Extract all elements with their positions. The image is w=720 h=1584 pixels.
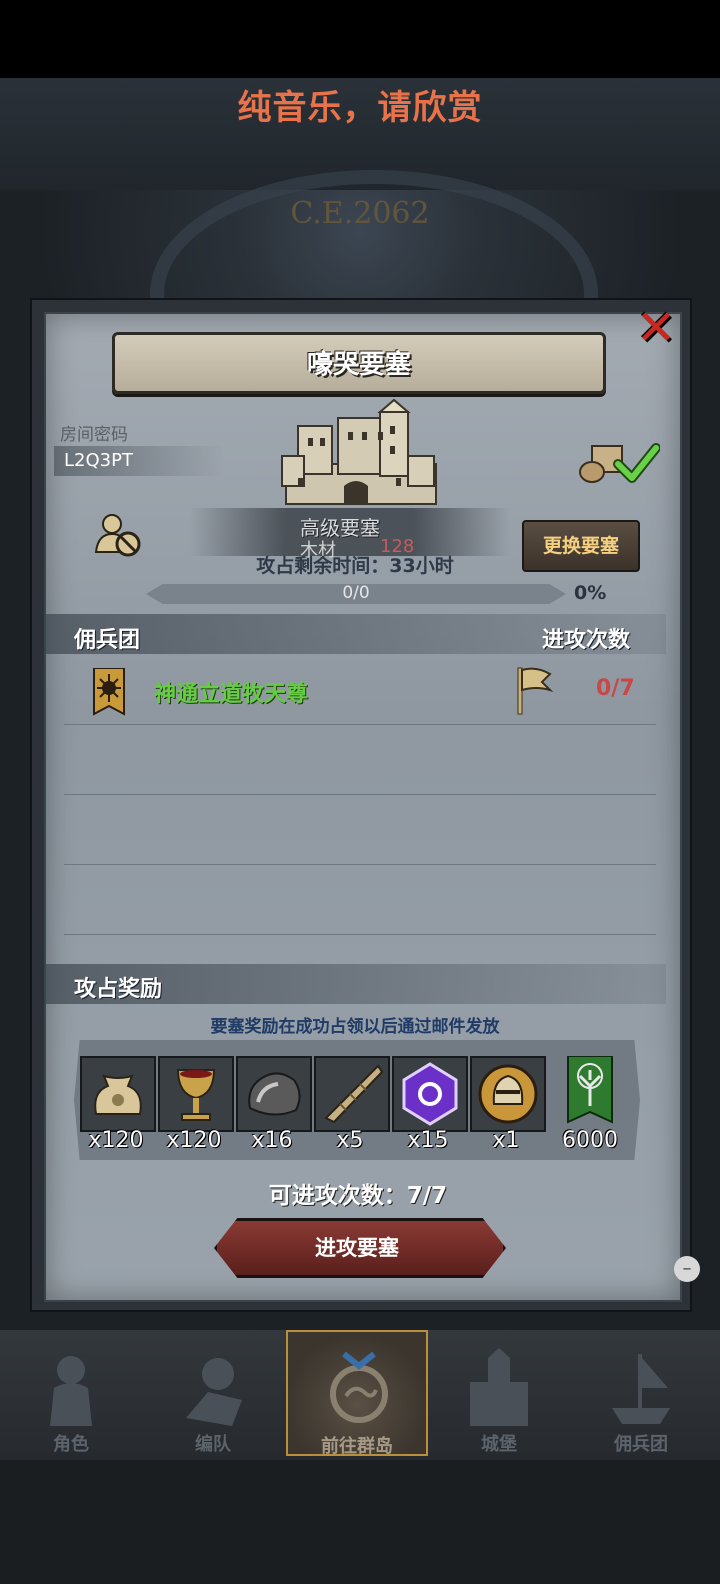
status-bar: [0, 0, 720, 78]
bottom-strip: [0, 1460, 720, 1584]
row-divider: [64, 794, 656, 795]
reward-qty-helmet: x1: [492, 1128, 520, 1153]
purple-crystal-icon: [394, 1058, 466, 1130]
goblet-icon: [160, 1058, 232, 1130]
reward-qty-crystal: x15: [407, 1128, 449, 1153]
attack-fortress-label[interactable]: 进攻要塞: [214, 1232, 500, 1262]
reward-qty-horn: x5: [336, 1128, 364, 1153]
nav-item-castle[interactable]: 城堡: [428, 1330, 570, 1456]
reward-section-title: 攻占奖励: [74, 977, 163, 1002]
row-divider: [64, 934, 656, 935]
guild-name[interactable]: 神通立道牧天尊: [154, 676, 308, 708]
nav-label-character: 角色: [53, 1434, 89, 1455]
reward-item-helmet[interactable]: [470, 1056, 546, 1132]
knight-icon: [50, 1356, 92, 1426]
grain-sack-icon: [82, 1058, 154, 1130]
mercenary-section-title: 佣兵团: [74, 628, 141, 653]
reward-qty-ore: x16: [251, 1128, 293, 1153]
formation-icon: [186, 1358, 242, 1426]
remaining-attacks: 可进攻次数：7/7: [268, 1183, 448, 1209]
close-icon: ✕: [635, 300, 677, 356]
room-password-value[interactable]: L2Q3PT: [54, 446, 224, 476]
attack-count-header: 进攻次数: [542, 628, 631, 653]
background-era-label: C.E.2062: [290, 196, 430, 231]
castle-icon: [470, 1348, 528, 1426]
ore-rock-icon: [238, 1058, 310, 1130]
nav-item-mercenary[interactable]: 佣兵团: [570, 1330, 712, 1456]
row-divider: [64, 724, 656, 725]
horn-icon: [316, 1058, 388, 1130]
reward-item-ore[interactable]: [236, 1056, 312, 1132]
guild-attack-count: 0/7: [596, 676, 635, 701]
crate-check-icon[interactable]: [578, 438, 660, 488]
capture-progress-percent: 0%: [574, 582, 607, 604]
header-title: 纯音乐，请欣赏: [237, 88, 483, 128]
ship-icon: [612, 1354, 670, 1424]
nav-label-islands: 前往群岛: [321, 1436, 393, 1457]
reward-qty-grain: x120: [88, 1128, 144, 1153]
dialog-title: 嚎哭要塞: [306, 350, 411, 380]
reward-note: 要塞奖励在成功占领以后通过邮件发放: [210, 1017, 500, 1037]
nav-label-castle: 城堡: [481, 1434, 517, 1455]
remaining-time: 攻占剩余时间：33小时: [256, 555, 454, 577]
green-tree-banner-icon[interactable]: [566, 1056, 614, 1128]
reward-item-grain[interactable]: [80, 1056, 156, 1132]
nav-label-mercenary: 佣兵团: [614, 1434, 668, 1455]
flag-icon: [517, 667, 554, 715]
fortress-illustration: [281, 398, 437, 505]
guild-sun-banner-icon: [93, 668, 125, 716]
capture-progress-text: 0/0: [342, 583, 370, 603]
row-divider: [64, 864, 656, 865]
reward-qty-goblet: x120: [166, 1128, 222, 1153]
reward-qty-banner: 6000: [562, 1128, 618, 1153]
close-button[interactable]: ✕: [630, 302, 682, 354]
reward-item-crystal[interactable]: [392, 1056, 468, 1132]
reward-item-horn[interactable]: [314, 1056, 390, 1132]
knight-helmet-icon: [472, 1058, 544, 1130]
nav-item-formation[interactable]: 编队: [142, 1330, 284, 1456]
reward-item-goblet[interactable]: [158, 1056, 234, 1132]
room-password-label: 房间密码: [60, 425, 128, 445]
nav-item-character[interactable]: 角色: [0, 1330, 142, 1456]
islands-icon: [330, 1351, 388, 1423]
nav-item-islands[interactable]: 前往群岛: [286, 1330, 428, 1457]
side-collapse-icon[interactable]: –: [674, 1256, 700, 1282]
nav-label-formation: 编队: [195, 1434, 231, 1455]
